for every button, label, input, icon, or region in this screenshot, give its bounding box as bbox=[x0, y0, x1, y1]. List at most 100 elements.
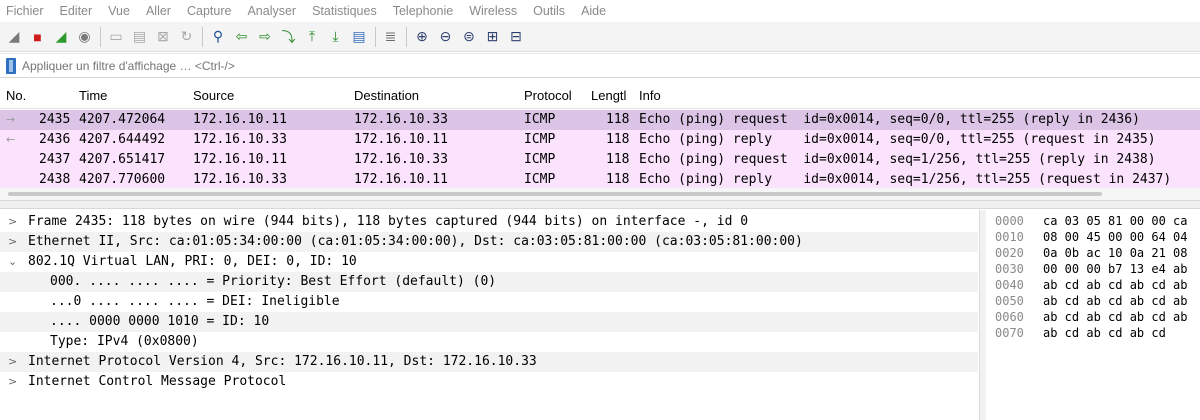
detail-row[interactable]: ⌄ 802.1Q Virtual LAN, PRI: 0, DEI: 0, ID:… bbox=[0, 252, 978, 272]
menu-item-analyser[interactable]: Analyser bbox=[239, 0, 304, 22]
packet-row[interactable]: 2438 4207.770600 172.16.10.33 172.16.10.11 I… bbox=[0, 170, 1200, 188]
packet-protocol: ICMP bbox=[524, 152, 556, 167]
packet-bytes-pane: 0000 ca 03 05 81 00 00 ca 0010 08 00 45 00 … bbox=[987, 210, 1200, 420]
open-file-button[interactable]: ▭ bbox=[106, 27, 126, 47]
go-to-packet-button[interactable]: ⤵ bbox=[279, 27, 299, 47]
colorize-button[interactable]: ≣ bbox=[381, 27, 401, 47]
column-header-source[interactable]: Source bbox=[193, 88, 234, 103]
packet-row[interactable]: ← 2436 4207.644492 172.16.10.33 172.16.10.11… bbox=[0, 130, 1200, 150]
column-header-lengtl[interactable]: Lengtl bbox=[591, 88, 626, 103]
packet-row[interactable]: → 2435 4207.472064 172.16.10.11 172.16.10.33… bbox=[0, 110, 1200, 130]
detail-row[interactable]: ...0 .... .... .... = DEI: Ineligible bbox=[0, 292, 978, 312]
packet-source: 172.16.10.33 bbox=[193, 172, 287, 187]
close-file-button[interactable]: ⊠ bbox=[153, 27, 173, 47]
detail-text: Internet Protocol Version 4, Src: 172.16… bbox=[28, 354, 537, 369]
zoom-reset-icon: ⊜ bbox=[463, 28, 475, 44]
save-file-button[interactable]: ▤ bbox=[130, 27, 150, 47]
packet-list-header: No. Time Source Destination Protocol Lengtl In… bbox=[0, 84, 1200, 109]
detail-row[interactable]: .... 0000 0000 1010 = ID: 10 bbox=[0, 312, 978, 332]
packet-info: Echo (ping) reply id=0x0014, seq=0/0, tt… bbox=[639, 132, 1156, 147]
detail-row[interactable]: > Internet Protocol Version 4, Src: 172.1… bbox=[0, 352, 978, 372]
column-header-info[interactable]: Info bbox=[639, 88, 661, 103]
detail-text: Frame 2435: 118 bytes on wire (944 bits)… bbox=[28, 214, 749, 229]
menu-item-capture[interactable]: Capture bbox=[179, 0, 239, 22]
packet-number: 2435 bbox=[39, 112, 71, 127]
detail-row[interactable]: > Frame 2435: 118 bytes on wire (944 bits… bbox=[0, 212, 978, 232]
detail-text: Internet Control Message Protocol bbox=[28, 374, 287, 389]
close-file-icon: ⊠ bbox=[157, 28, 169, 44]
detail-text: 000. .... .... .... = Priority: Best Eff… bbox=[50, 274, 497, 289]
zoom-reset-button[interactable]: ⊜ bbox=[459, 27, 479, 47]
detail-text: .... 0000 0000 1010 = ID: 10 bbox=[50, 314, 270, 329]
packet-number: 2438 bbox=[39, 172, 71, 187]
last-packet-button[interactable]: ⤓ bbox=[326, 27, 346, 47]
menu-item-telephonie[interactable]: Telephonie bbox=[385, 0, 461, 22]
details-vscrollbar[interactable] bbox=[979, 210, 986, 420]
hscroll-thumb[interactable] bbox=[8, 192, 1102, 196]
expand-all-icon: ⊟ bbox=[510, 28, 522, 44]
detail-row[interactable]: 000. .... .... .... = Priority: Best Eff… bbox=[0, 272, 978, 292]
packet-number: 2436 bbox=[39, 132, 71, 147]
menu-item-editer[interactable]: Editer bbox=[52, 0, 101, 22]
first-packet-button[interactable]: ⤒ bbox=[302, 27, 322, 47]
menu-item-fichier[interactable]: Fichier bbox=[0, 0, 52, 22]
hex-offset: 0070 bbox=[995, 326, 1024, 340]
packet-destination: 172.16.10.11 bbox=[354, 172, 448, 187]
toolbar-separator bbox=[406, 26, 407, 47]
shark-fin-start-button[interactable]: ◢ bbox=[4, 27, 24, 47]
menu-item-vue[interactable]: Vue bbox=[100, 0, 138, 22]
menu-item-aller[interactable]: Aller bbox=[138, 0, 179, 22]
column-header-no[interactable]: No. bbox=[6, 88, 26, 103]
resize-columns-button[interactable]: ⊞ bbox=[483, 27, 503, 47]
shark-fin-start-icon: ◢ bbox=[8, 28, 20, 44]
menu-item-outils[interactable]: Outils bbox=[525, 0, 573, 22]
packet-length: 118 bbox=[606, 112, 630, 127]
packet-row[interactable]: 2437 4207.651417 172.16.10.11 172.16.10.33 I… bbox=[0, 150, 1200, 170]
menu-item-wireless[interactable]: Wireless bbox=[461, 0, 525, 22]
open-file-icon: ▭ bbox=[109, 28, 123, 44]
hex-offset: 0020 bbox=[995, 246, 1024, 260]
packet-source: 172.16.10.11 bbox=[193, 112, 287, 127]
column-header-destination[interactable]: Destination bbox=[354, 88, 419, 103]
expand-chevron-icon[interactable]: > bbox=[8, 232, 17, 252]
packet-length: 118 bbox=[606, 172, 630, 187]
menu-item-statistiques[interactable]: Statistiques bbox=[304, 0, 385, 22]
go-forward-button[interactable]: ⇨ bbox=[255, 27, 275, 47]
toolbar-separator bbox=[374, 26, 376, 47]
packet-source: 172.16.10.33 bbox=[193, 132, 287, 147]
direction-arrow-icon: → bbox=[6, 113, 16, 126]
bookmark-filter-icon[interactable] bbox=[6, 57, 16, 74]
reload-file-icon: ↻ bbox=[180, 28, 193, 44]
stop-capture-button[interactable]: ■ bbox=[28, 27, 48, 47]
detail-row[interactable]: Type: IPv4 (0x0800) bbox=[0, 332, 978, 352]
packet-list-hscrollbar[interactable] bbox=[0, 188, 1200, 200]
capture-options-button[interactable]: ◉ bbox=[75, 27, 95, 47]
expand-chevron-icon[interactable]: > bbox=[8, 212, 17, 232]
go-back-button[interactable]: ⇦ bbox=[232, 27, 252, 47]
menu-item-aide[interactable]: Aide bbox=[573, 0, 614, 22]
detail-row[interactable]: > Internet Control Message Protocol bbox=[0, 372, 978, 392]
pane-splitter[interactable] bbox=[0, 200, 1200, 209]
collapse-chevron-icon[interactable]: ⌄ bbox=[8, 252, 17, 272]
zoom-out-button[interactable]: ⊖ bbox=[436, 27, 456, 47]
column-header-time[interactable]: Time bbox=[79, 88, 107, 103]
reload-file-button[interactable]: ↻ bbox=[177, 27, 197, 47]
restart-capture-button[interactable]: ◢ bbox=[51, 27, 71, 47]
autoscroll-button[interactable]: ▤ bbox=[349, 27, 369, 47]
packet-time: 4207.472064 bbox=[79, 112, 166, 127]
packet-destination: 172.16.10.33 bbox=[354, 152, 448, 167]
display-filter-input[interactable] bbox=[22, 58, 1172, 73]
save-file-icon: ▤ bbox=[132, 28, 147, 44]
find-packet-button[interactable]: ⚲ bbox=[208, 27, 228, 47]
packet-info: Echo (ping) request id=0x0014, seq=1/256… bbox=[639, 152, 1156, 167]
expand-chevron-icon[interactable]: > bbox=[8, 372, 17, 392]
expand-chevron-icon[interactable]: > bbox=[8, 352, 17, 372]
hex-bytes: 00 00 00 b7 13 e4 ab bbox=[1043, 262, 1188, 276]
expand-all-button[interactable]: ⊟ bbox=[506, 27, 526, 47]
column-header-protocol[interactable]: Protocol bbox=[524, 88, 572, 103]
zoom-in-button[interactable]: ⊕ bbox=[412, 27, 432, 47]
last-packet-icon: ⤓ bbox=[332, 28, 339, 44]
detail-row[interactable]: > Ethernet II, Src: ca:01:05:34:00:00 (ca… bbox=[0, 232, 978, 252]
hex-bytes: ca 03 05 81 00 00 ca bbox=[1043, 214, 1188, 228]
go-forward-icon: ⇨ bbox=[259, 28, 271, 44]
